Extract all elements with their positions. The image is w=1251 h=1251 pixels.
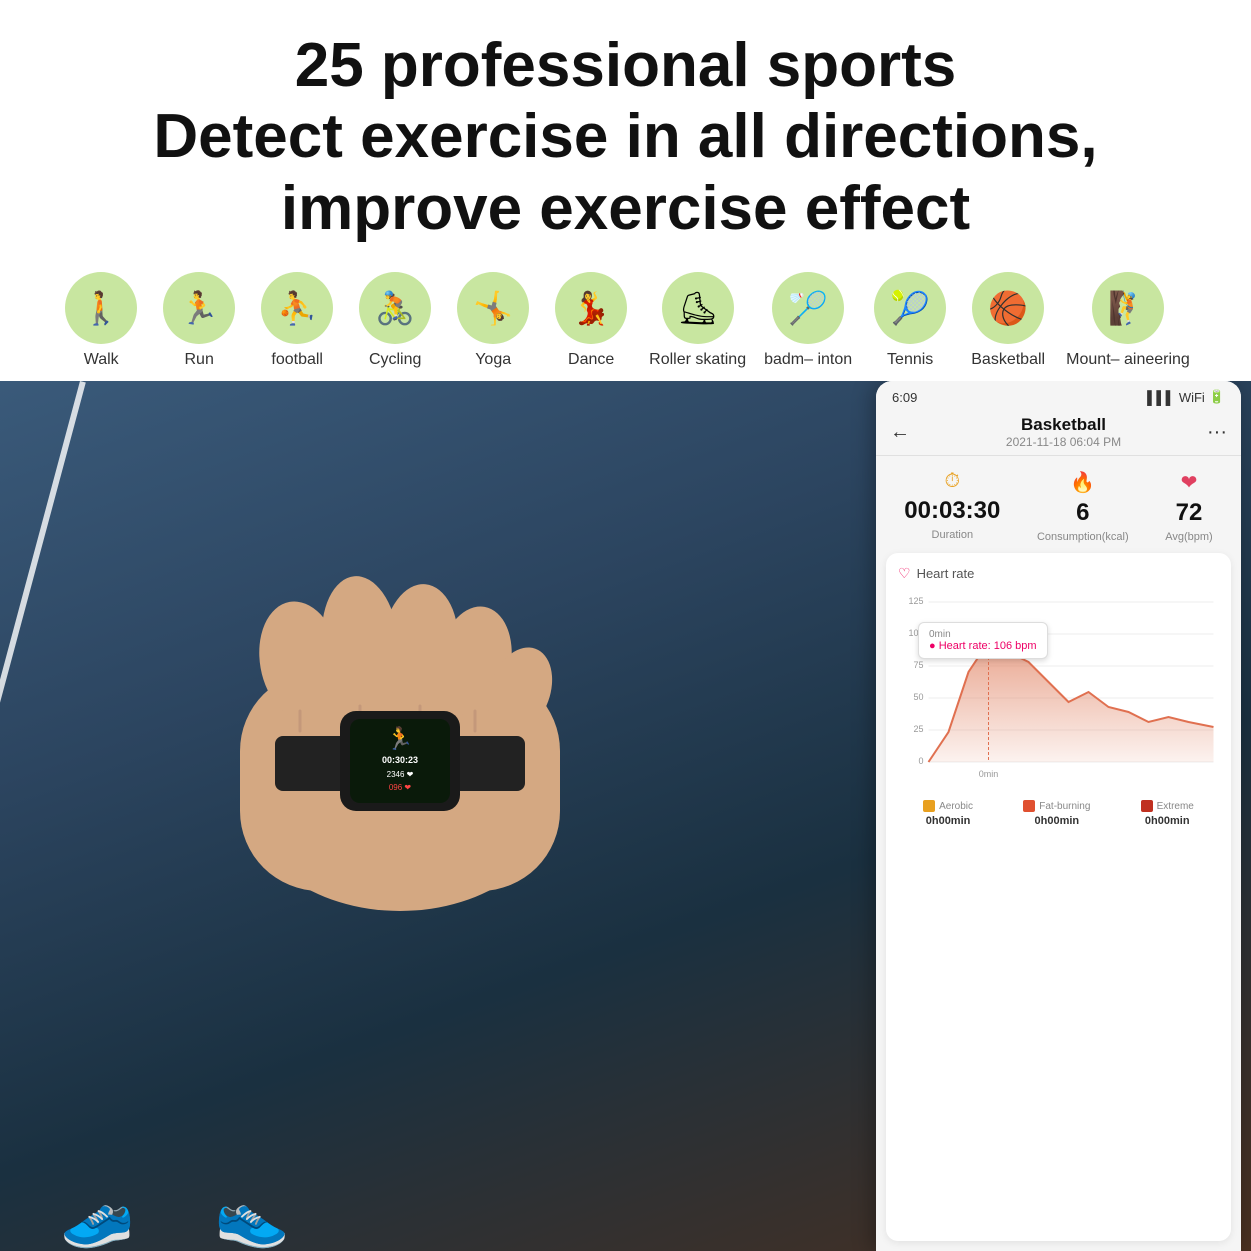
back-button[interactable]: ← <box>890 421 910 444</box>
wifi-icon: WiFi <box>1179 390 1205 405</box>
legend-item-1: Fat-burning 0h00min <box>1023 800 1090 827</box>
stat-icon-0: ⏱ <box>945 470 961 493</box>
chart-legend: Aerobic 0h00min Fat-burning 0h00min Extr… <box>898 792 1219 827</box>
sport-label-3: Cycling <box>369 350 421 369</box>
svg-text:25: 25 <box>913 724 923 734</box>
sport-label-4: Yoga <box>475 350 511 369</box>
phone-nav-bar: ← Basketball 2021-11-18 06:04 PM ··· <box>876 409 1241 456</box>
stat-label-1: Consumption(kcal) <box>1037 531 1129 543</box>
phone-stat-2: ❤ 72 Avg(bpm) <box>1165 470 1212 543</box>
sport-label-6: Roller skating <box>649 350 746 369</box>
legend-label-2: Extreme <box>1157 801 1194 812</box>
stat-value-0: 00:03:30 <box>904 497 1000 525</box>
sport-item-football: ⛹ football <box>257 272 337 369</box>
svg-text:096 ❤: 096 ❤ <box>389 783 412 792</box>
sport-item-mount–aineering: 🧗 Mount– aineering <box>1066 272 1190 369</box>
chart-title: Heart rate <box>917 566 975 581</box>
sport-label-7: badm– inton <box>764 350 852 369</box>
phone-stat-1: 🔥 6 Consumption(kcal) <box>1037 470 1129 543</box>
svg-text:2346 ❤: 2346 ❤ <box>387 770 414 779</box>
svg-text:50: 50 <box>913 692 923 702</box>
sport-icon-3: 🚴 <box>359 272 431 344</box>
menu-dots-button[interactable]: ··· <box>1207 421 1227 444</box>
svg-text:125: 125 <box>908 596 923 606</box>
legend-dot-1 <box>1023 800 1035 812</box>
stat-label-2: Avg(bpm) <box>1165 531 1212 543</box>
phone-stat-0: ⏱ 00:03:30 Duration <box>904 470 1000 543</box>
sport-item-badm–inton: 🏸 badm– inton <box>764 272 852 369</box>
sport-icon-6: ⛸ <box>662 272 734 344</box>
sport-item-tennis: 🎾 Tennis <box>870 272 950 369</box>
legend-item-2: Extreme 0h00min <box>1141 800 1194 827</box>
signal-icon: ▌▌▌ <box>1147 390 1175 405</box>
nav-title-block: Basketball 2021-11-18 06:04 PM <box>920 415 1207 449</box>
bottom-section: 🏃 00:30:23 2346 ❤ 096 ❤ 👟 👟 6:09 ▌▌▌ WiF… <box>0 381 1251 1251</box>
left-shoe-icon: 👟 <box>60 1180 135 1251</box>
stat-value-1: 6 <box>1076 499 1089 527</box>
legend-label-1: Fat-burning <box>1039 801 1090 812</box>
chart-tooltip: 0min ● Heart rate: 106 bpm <box>918 622 1048 659</box>
stat-icon-2: ❤ <box>1181 470 1198 495</box>
phone-status-bar: 6:09 ▌▌▌ WiFi 🔋 <box>876 381 1241 409</box>
legend-dot-0 <box>923 800 935 812</box>
sport-label-9: Basketball <box>971 350 1045 369</box>
right-shoe-icon: 👟 <box>215 1180 290 1251</box>
sport-icon-9: 🏀 <box>972 272 1044 344</box>
hand-svg: 🏃 00:30:23 2346 ❤ 096 ❤ <box>100 441 700 941</box>
svg-text:0: 0 <box>918 756 923 766</box>
chart-header: ♡ Heart rate <box>898 565 1219 582</box>
sport-label-5: Dance <box>568 350 614 369</box>
sport-icon-4: 🤸 <box>457 272 529 344</box>
sport-icon-2: ⛹ <box>261 272 333 344</box>
sport-icon-5: 💃 <box>555 272 627 344</box>
sport-icon-8: 🎾 <box>874 272 946 344</box>
heart-rate-icon: ♡ <box>898 565 911 582</box>
header-section: 25 professional sports Detect exercise i… <box>0 0 1251 254</box>
status-icons: ▌▌▌ WiFi 🔋 <box>1147 389 1225 405</box>
legend-label-0: Aerobic <box>939 801 973 812</box>
sport-label-10: Mount– aineering <box>1066 350 1190 369</box>
sport-item-walk: 🚶 Walk <box>61 272 141 369</box>
sport-icon-7: 🏸 <box>772 272 844 344</box>
legend-value-0: 0h00min <box>926 815 971 827</box>
status-time: 6:09 <box>892 390 917 405</box>
sport-label-1: Run <box>184 350 213 369</box>
stat-label-0: Duration <box>932 529 974 541</box>
sport-label-8: Tennis <box>887 350 933 369</box>
nav-subtitle: 2021-11-18 06:04 PM <box>920 435 1207 449</box>
legend-value-2: 0h00min <box>1145 815 1190 827</box>
sport-item-basketball: 🏀 Basketball <box>968 272 1048 369</box>
legend-item-0: Aerobic 0h00min <box>923 800 973 827</box>
svg-text:🏃: 🏃 <box>386 726 413 751</box>
phone-panel: 6:09 ▌▌▌ WiFi 🔋 ← Basketball 2021-11-18 … <box>876 381 1241 1251</box>
stat-icon-1: 🔥 <box>1070 470 1095 495</box>
sport-item-cycling: 🚴 Cycling <box>355 272 435 369</box>
battery-icon: 🔋 <box>1209 389 1225 405</box>
sport-item-yoga: 🤸 Yoga <box>453 272 533 369</box>
svg-text:00:30:23: 00:30:23 <box>382 755 418 765</box>
sport-item-run: 🏃 Run <box>159 272 239 369</box>
sport-icon-0: 🚶 <box>65 272 137 344</box>
chart-section: ♡ Heart rate 125 100 75 50 25 0 <box>886 553 1231 1241</box>
page-wrapper: 25 professional sports Detect exercise i… <box>0 0 1251 1251</box>
sport-label-2: football <box>271 350 323 369</box>
nav-title: Basketball <box>920 415 1207 435</box>
sport-icon-1: 🏃 <box>163 272 235 344</box>
stat-value-2: 72 <box>1176 499 1203 527</box>
sport-item-rollerskating: ⛸ Roller skating <box>649 272 746 369</box>
svg-text:0min: 0min <box>979 769 999 779</box>
hand-with-band: 🏃 00:30:23 2346 ❤ 096 ❤ <box>100 441 700 941</box>
sports-row: 🚶 Walk 🏃 Run ⛹ football 🚴 Cycling 🤸 Yoga… <box>0 254 1251 381</box>
sport-item-dance: 💃 Dance <box>551 272 631 369</box>
sport-icon-10: 🧗 <box>1092 272 1164 344</box>
legend-value-1: 0h00min <box>1035 815 1080 827</box>
svg-text:75: 75 <box>913 660 923 670</box>
shoes-area: 👟 👟 <box>60 1180 289 1251</box>
chart-container: 125 100 75 50 25 0 <box>898 592 1219 792</box>
main-title: 25 professional sports Detect exercise i… <box>40 30 1211 244</box>
legend-dot-2 <box>1141 800 1153 812</box>
phone-stats-row: ⏱ 00:03:30 Duration 🔥 6 Consumption(kcal… <box>876 456 1241 553</box>
sport-label-0: Walk <box>84 350 119 369</box>
